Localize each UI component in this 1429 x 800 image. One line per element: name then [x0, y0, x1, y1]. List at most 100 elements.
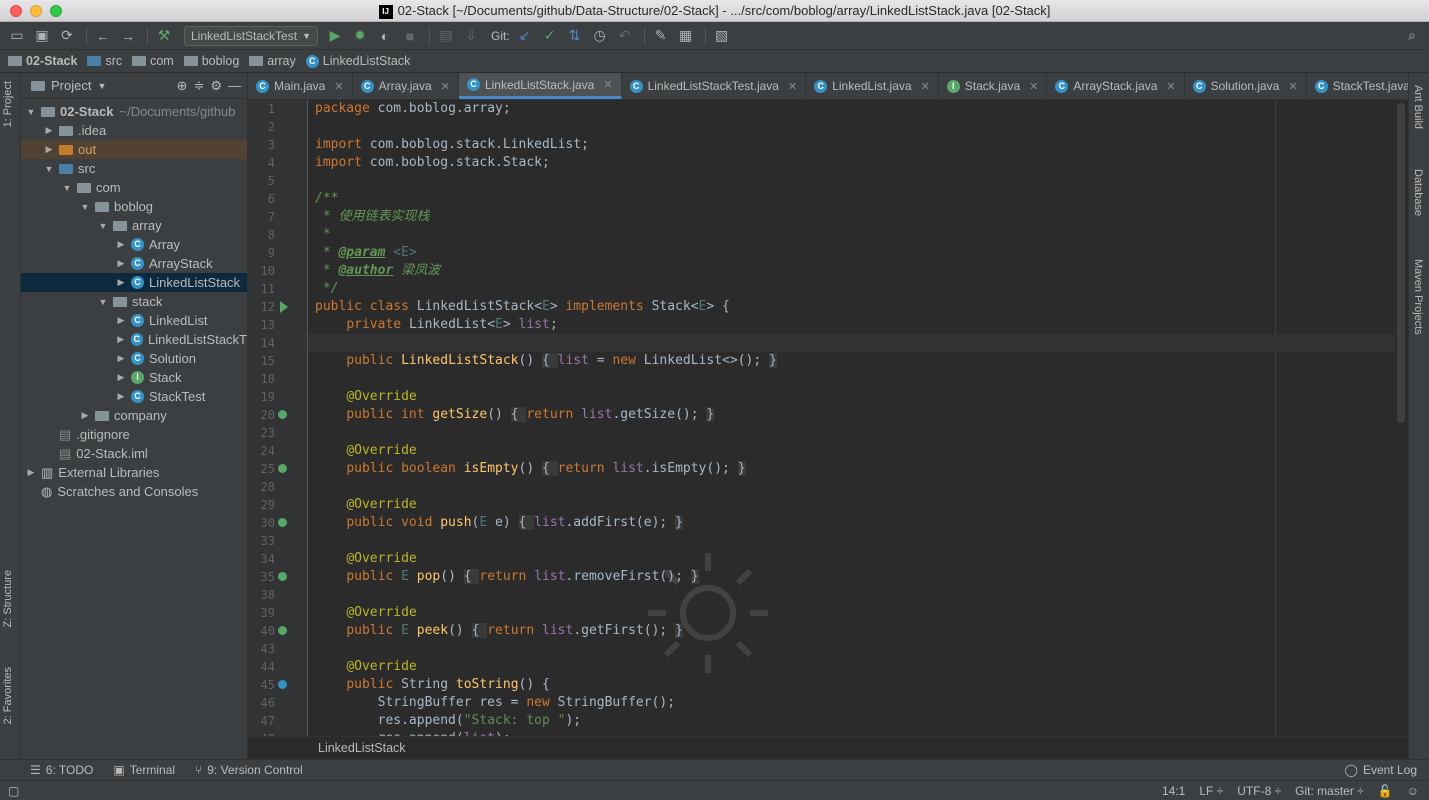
editor-tab[interactable]: C LinkedListStack.java ✕	[458, 73, 622, 99]
code-line[interactable]: StringBuffer res = new StringBuffer();	[308, 694, 1395, 712]
close-tab-icon[interactable]: ✕	[921, 80, 930, 93]
code-line[interactable]: */	[308, 280, 1395, 298]
editor-tab[interactable]: C Solution.java ✕	[1185, 73, 1307, 99]
line-number[interactable]: 34	[248, 550, 307, 568]
code-line[interactable]	[308, 334, 1395, 352]
code-line[interactable]: @Override	[308, 658, 1395, 676]
git-branch[interactable]: Git: master ÷	[1295, 784, 1364, 798]
open-folder-icon[interactable]: ▭	[6, 25, 28, 47]
line-number[interactable]: 1	[248, 100, 307, 118]
forward-icon[interactable]: →	[117, 25, 139, 47]
expanded-arrow-icon[interactable]: ▼	[97, 221, 109, 231]
tree-item[interactable]: ▼ array	[21, 216, 247, 235]
collapse-all-icon[interactable]: ≑	[193, 78, 204, 94]
collapsed-arrow-icon[interactable]: ▶	[115, 391, 127, 402]
line-number[interactable]: 25	[248, 460, 307, 478]
line-number[interactable]: 6	[248, 190, 307, 208]
editor-breadcrumb[interactable]: LinkedListStack	[248, 736, 1408, 759]
editor-tab[interactable]: C LinkedList.java ✕	[806, 73, 939, 99]
collapsed-arrow-icon[interactable]: ▶	[115, 372, 127, 383]
tree-item[interactable]: ▼ stack	[21, 292, 247, 311]
sync-icon[interactable]: ⟳	[56, 25, 78, 47]
expanded-arrow-icon[interactable]: ▼	[43, 164, 55, 174]
line-number[interactable]: 40	[248, 622, 307, 640]
line-number[interactable]: 44	[248, 658, 307, 676]
tree-item[interactable]: ▶ ▥ External Libraries	[21, 463, 247, 482]
code-line[interactable]: @Override	[308, 604, 1395, 622]
implements-gutter-icon[interactable]	[278, 464, 287, 473]
editor-tab[interactable]: C Main.java ✕	[248, 73, 353, 99]
close-window-button[interactable]	[10, 5, 22, 17]
task-icon[interactable]: ▧	[711, 25, 733, 47]
line-number[interactable]: 24	[248, 442, 307, 460]
line-number[interactable]: 46	[248, 694, 307, 712]
line-number[interactable]: 14	[248, 334, 307, 352]
tool-tab-structure[interactable]: Z: Structure	[2, 570, 14, 627]
line-number[interactable]: 23	[248, 424, 307, 442]
code-line[interactable]: public String toString() {	[308, 676, 1395, 694]
tree-item[interactable]: ▼ src	[21, 159, 247, 178]
code-line[interactable]: public void push(E e) { list.addFirst(e)…	[308, 514, 1395, 532]
code-line[interactable]	[308, 532, 1395, 550]
close-tab-icon[interactable]: ✕	[334, 80, 343, 93]
tree-item[interactable]: ▤ .gitignore	[21, 425, 247, 444]
breadcrumb-com[interactable]: com	[132, 54, 174, 68]
build-hammer-icon[interactable]: ⚒	[153, 25, 175, 47]
code-line[interactable]: public int getSize() { return list.getSi…	[308, 406, 1395, 424]
collapsed-arrow-icon[interactable]: ▶	[115, 353, 127, 364]
tool-tab-todo[interactable]: ☰ 6: TODO	[30, 763, 93, 777]
inspector-icon[interactable]: ☺	[1407, 784, 1419, 798]
code-line[interactable]: @Override	[308, 550, 1395, 568]
git-compare-icon[interactable]: ⇅	[564, 25, 586, 47]
breadcrumb-class[interactable]: C LinkedListStack	[305, 54, 410, 68]
search-everywhere-icon[interactable]: ⌕	[1401, 25, 1423, 47]
tree-item[interactable]: ▼ com	[21, 178, 247, 197]
stop-icon[interactable]: ■	[399, 25, 421, 47]
tree-item[interactable]: ▶ C Solution	[21, 349, 247, 368]
line-number[interactable]: 43	[248, 640, 307, 658]
collapsed-arrow-icon[interactable]: ▶	[43, 144, 55, 155]
line-number[interactable]: 10	[248, 262, 307, 280]
code-line[interactable]: *	[308, 226, 1395, 244]
code-editor[interactable]: package com.boblog.array; import com.bob…	[308, 100, 1395, 736]
tool-tab-event-log[interactable]: ◯ Event Log	[1345, 763, 1417, 777]
line-separator[interactable]: LF ÷	[1199, 784, 1223, 798]
project-panel-title[interactable]: Project	[51, 78, 91, 93]
editor-tab[interactable]: C Array.java ✕	[353, 73, 459, 99]
breadcrumb-array[interactable]: array	[249, 54, 296, 68]
line-number[interactable]: 5	[248, 172, 307, 190]
vcs-push-disabled-icon[interactable]: ⇩	[460, 25, 482, 47]
line-number[interactable]: 9	[248, 244, 307, 262]
toggle-tool-windows-icon[interactable]: ▢	[8, 784, 19, 798]
code-line[interactable]: * @param <E>	[308, 244, 1395, 262]
minimize-window-button[interactable]	[30, 5, 42, 17]
line-number[interactable]: 12	[248, 298, 307, 316]
code-line[interactable]	[308, 370, 1395, 388]
line-number[interactable]: 11	[248, 280, 307, 298]
code-line[interactable]: @Override	[308, 442, 1395, 460]
run-gutter-icon[interactable]	[280, 301, 288, 313]
tree-item[interactable]: ▶ C LinkedListStack	[21, 273, 247, 292]
close-tab-icon[interactable]: ✕	[788, 80, 797, 93]
tree-item[interactable]: ▶ I Stack	[21, 368, 247, 387]
implements-gutter-icon[interactable]	[278, 410, 287, 419]
code-line[interactable]: public E pop() { return list.removeFirst…	[308, 568, 1395, 586]
line-number[interactable]: 3	[248, 136, 307, 154]
close-tab-icon[interactable]: ✕	[1288, 80, 1297, 93]
chevron-down-icon[interactable]: ▼	[97, 81, 106, 91]
tree-item[interactable]: ▤ 02-Stack.iml	[21, 444, 247, 463]
tool-tab-project[interactable]: 1: Project	[2, 81, 14, 127]
save-all-icon[interactable]: ▣	[31, 25, 53, 47]
code-line[interactable]	[308, 424, 1395, 442]
collapsed-arrow-icon[interactable]: ▶	[115, 334, 127, 345]
expanded-arrow-icon[interactable]: ▼	[25, 107, 37, 117]
tree-item[interactable]: ▶ C LinkedList	[21, 311, 247, 330]
editor-tab[interactable]: I Stack.java ✕	[939, 73, 1048, 99]
lock-icon[interactable]: 🔓	[1378, 784, 1393, 798]
line-number[interactable]: 7	[248, 208, 307, 226]
git-commit-icon[interactable]: ✓	[539, 25, 561, 47]
code-line[interactable]: public LinkedListStack() { list = new Li…	[308, 352, 1395, 370]
collapsed-arrow-icon[interactable]: ▶	[25, 467, 37, 478]
breadcrumb-project[interactable]: 02-Stack	[8, 54, 77, 68]
code-line[interactable]	[308, 586, 1395, 604]
